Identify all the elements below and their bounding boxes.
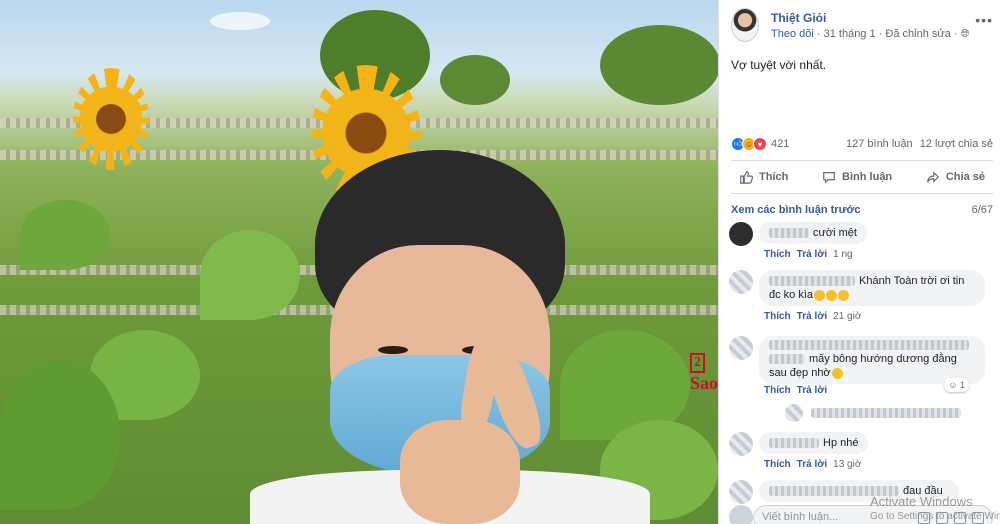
commenter-avatar[interactable] — [729, 270, 753, 294]
smile-emoji-icon — [831, 367, 843, 379]
post-stats: 👍︎ ☺ ♥ 421 127 bình luận 12 lượt chia sẻ — [731, 137, 993, 153]
tree-shape — [440, 55, 510, 105]
reaction-count[interactable]: 421 — [771, 138, 789, 150]
post-text: Vợ tuyệt vời nhất. — [731, 58, 827, 72]
activate-windows-title: Activate Windows — [870, 494, 973, 509]
commenter-avatar[interactable] — [729, 222, 753, 246]
2sao-watermark: 2Sao — [690, 353, 718, 393]
comment-actions: Thích Trả lời 1 ng — [764, 249, 853, 260]
leaf-shape — [0, 360, 120, 510]
share-label: Chia sẻ — [945, 171, 985, 183]
post-header: Thiệt Giỏi Theo dõi · 31 tháng 1 · Đã ch… — [731, 8, 993, 44]
laughing-emoji-icon — [814, 289, 826, 301]
leaf-shape — [200, 230, 300, 320]
blurred-commenter-name — [769, 438, 819, 449]
author-avatar[interactable] — [731, 8, 759, 42]
tree-shape — [600, 25, 718, 105]
comment-bubble: Khánh Toàn trời ơi tin đc ko kìa — [759, 270, 985, 306]
globe-icon: 🌐︎ — [960, 28, 970, 40]
laughing-emoji-icon — [826, 289, 838, 301]
post-date[interactable]: 31 tháng 1 — [824, 28, 876, 40]
comment-like-link[interactable]: Thích — [764, 311, 791, 322]
comment-text: Hp nhé — [823, 437, 859, 449]
comment-icon — [823, 172, 835, 184]
comment-actions: Thích Trả lời 13 giờ — [764, 459, 861, 470]
comment-reply-link[interactable]: Trả lời — [797, 249, 827, 260]
comments-counter: 6/67 — [971, 204, 993, 216]
comment-reply-link[interactable]: Trả lời — [797, 311, 827, 322]
meta-separator: · — [953, 28, 961, 40]
comment-like-link[interactable]: Thích — [764, 249, 791, 260]
sunflower-shape — [80, 78, 142, 160]
blurred-mention — [769, 354, 805, 365]
commenter-avatar[interactable] — [729, 336, 753, 360]
blurred-commenter-name — [769, 340, 969, 350]
more-options-icon[interactable]: ••• — [975, 12, 993, 28]
comment-reply-link[interactable]: Trả lời — [797, 385, 827, 396]
hand-palm — [400, 420, 520, 524]
meta-separator: · — [816, 28, 824, 40]
activate-windows-subtitle: Go to Settings to activate Windows. — [870, 511, 1000, 522]
comment-actions: Thích Trả lời 21 giờ — [764, 311, 861, 322]
commenter-avatar[interactable] — [729, 432, 753, 456]
like-button[interactable]: Thích — [739, 170, 788, 184]
grin-emoji-icon — [838, 289, 850, 301]
comment-time[interactable]: 13 giờ — [833, 459, 861, 470]
share-button[interactable]: Chia sẻ — [926, 170, 985, 184]
comments-count[interactable]: 127 bình luận — [846, 138, 913, 150]
comment-actions: Thích Trả lời — [764, 385, 833, 396]
share-icon — [927, 171, 939, 183]
comment-time[interactable]: 21 giờ — [833, 311, 861, 322]
comment-bubble: Hp nhé — [759, 432, 869, 454]
post-side-panel: Thiệt Giỏi Theo dõi · 31 tháng 1 · Đã ch… — [718, 0, 1000, 524]
commenter-avatar[interactable] — [729, 480, 753, 504]
thumbs-up-icon — [740, 171, 753, 184]
comment-time[interactable]: 1 ng — [833, 249, 852, 260]
blurred-commenter-name — [769, 276, 855, 287]
like-label: Thích — [759, 171, 789, 183]
blurred-reply-text — [811, 408, 961, 418]
comment-reply-link[interactable]: Trả lời — [797, 459, 827, 470]
comment-text: cười mệt — [813, 227, 857, 239]
comment-like-link[interactable]: Thích — [764, 459, 791, 470]
comment-like-link[interactable]: Thích — [764, 385, 791, 396]
person-eye — [378, 346, 408, 354]
edited-label[interactable]: Đã chỉnh sửa — [885, 28, 950, 40]
current-user-avatar — [729, 505, 753, 524]
comment-button[interactable]: Bình luận — [822, 170, 892, 184]
leaf-shape — [20, 200, 110, 270]
comment-reaction-count: 1 — [959, 380, 965, 390]
post-actions: Thích Bình luận Chia sẻ — [731, 160, 993, 194]
write-comment-input[interactable]: Viết bình luận... — [762, 511, 838, 523]
love-icon: ♥ — [753, 137, 767, 151]
shares-count[interactable]: 12 lượt chia sẻ — [920, 138, 993, 150]
stats-right: 127 bình luận 12 lượt chia sẻ — [842, 138, 993, 150]
cloud-shape — [210, 12, 270, 30]
haha-icon: ☺ — [948, 380, 958, 390]
comment-label: Bình luận — [842, 171, 893, 183]
author-name[interactable]: Thiệt Giỏi — [771, 11, 826, 25]
post-photo[interactable]: 2Sao — [0, 0, 718, 524]
follow-link[interactable]: Theo dõi — [771, 28, 814, 40]
blurred-commenter-name — [769, 228, 809, 239]
reaction-icons[interactable]: 👍︎ ☺ ♥ — [731, 137, 767, 151]
comment-bubble: mấy bông hướng dương đằng sau đẹp nhờ — [759, 336, 985, 384]
reply-avatar — [785, 404, 803, 422]
comment-bubble: cười mệt — [759, 222, 867, 244]
comment-reaction-badge[interactable]: ☺ 1 — [944, 378, 969, 392]
post-meta: Theo dõi · 31 tháng 1 · Đã chỉnh sửa · 🌐… — [771, 28, 969, 41]
view-previous-comments-link[interactable]: Xem các bình luận trước — [731, 204, 861, 216]
